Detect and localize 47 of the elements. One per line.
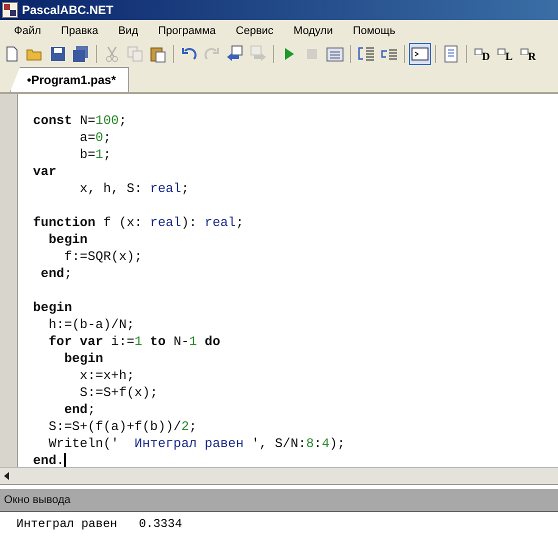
lettered-tool-button[interactable]: L [494, 43, 516, 65]
menu-item[interactable]: Модули [283, 25, 343, 37]
code-line: b=1; [78, 146, 112, 163]
menu-item[interactable]: Программа [148, 25, 226, 37]
menu-item[interactable]: Вид [108, 25, 148, 37]
menu-item[interactable]: Файл [4, 25, 52, 37]
document-icon [442, 45, 460, 63]
code-line: a=0; [78, 129, 112, 146]
code-line: for var i:=1 to N-1 do [48, 333, 220, 350]
code-line: x:=x+h; [78, 367, 134, 384]
page-left-arrow-icon [226, 45, 244, 63]
code-line: var [33, 163, 56, 180]
output-panel-title: Окно вывода [4, 494, 70, 506]
code-line: begin [33, 299, 72, 316]
output-text: Интеграл равен 0.3334 [15, 517, 182, 531]
copy-icon [126, 45, 144, 63]
bracket-lines-icon [357, 45, 375, 63]
code-line: S:=S+(f(a)+f(b))/2; [48, 418, 197, 435]
clipboard-icon [149, 45, 167, 63]
code-line: S:=S+f(x); [78, 384, 158, 401]
file-tab[interactable]: •Program1.pas* [10, 67, 129, 92]
code-line: end; [40, 265, 72, 282]
console-tool-button[interactable] [409, 43, 431, 65]
window-lines-icon [326, 45, 344, 63]
terminal-icon [411, 45, 429, 63]
code-line: end; [63, 401, 96, 418]
horizontal-scrollbar[interactable] [0, 467, 558, 485]
stacked-disks-icon [72, 45, 90, 63]
code-line: x, h, S: real; [78, 180, 190, 197]
code-line: f:=SQR(x); [63, 248, 142, 265]
window-title: PascalABC.NET [22, 3, 114, 17]
code-line: h:=(b-a)/N; [48, 316, 134, 333]
scroll-left-arrow-icon[interactable] [2, 469, 12, 483]
code-line: end. [33, 452, 64, 469]
code-line: begin [48, 231, 88, 248]
menu-item[interactable]: Сервис [226, 25, 284, 37]
menu-item[interactable]: Правка [51, 25, 108, 37]
code-line: const N=100; [33, 112, 127, 129]
code-line: function f (x: real): real; [33, 214, 244, 231]
page-right-arrow-icon [249, 45, 267, 63]
lettered-tool-button[interactable]: D [471, 43, 493, 65]
app-logo-icon [2, 2, 18, 18]
scissors-icon [103, 45, 121, 63]
menu-item[interactable]: Помощь [342, 25, 406, 37]
code-line: Writeln(' Интеграл равен ', S/N:8:4); [48, 435, 346, 452]
code-line: begin [63, 350, 104, 367]
lettered-tool-button[interactable]: R [517, 43, 539, 65]
